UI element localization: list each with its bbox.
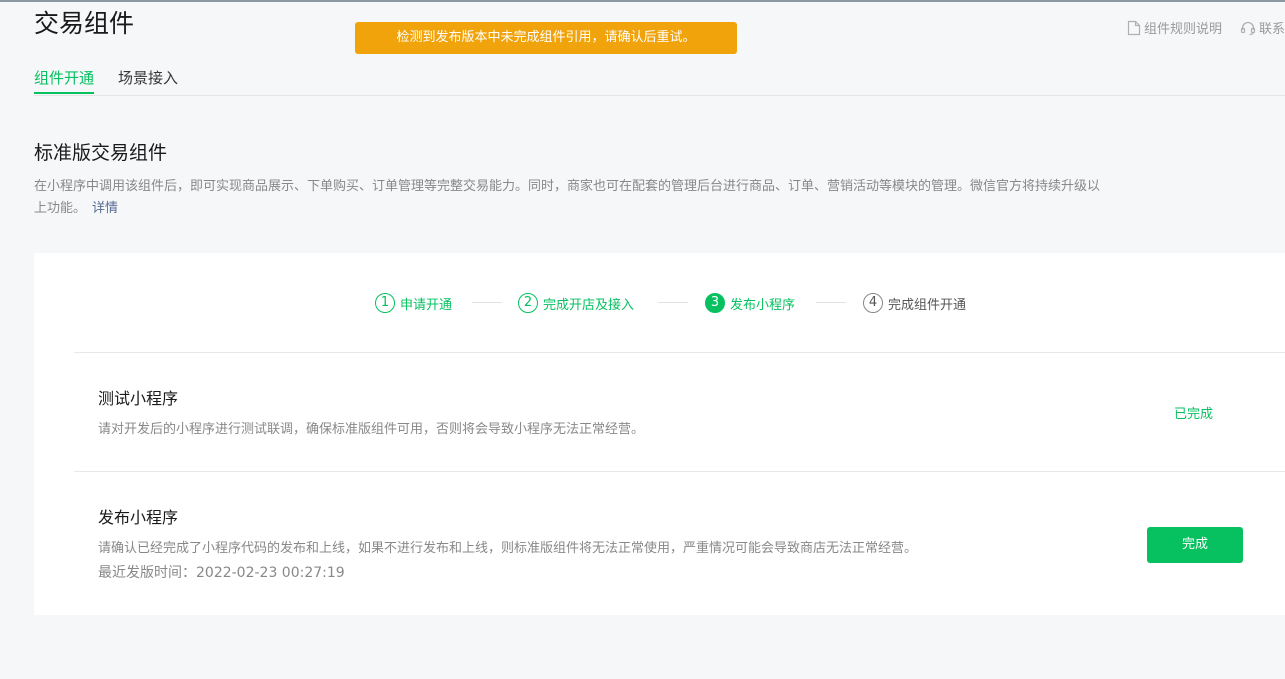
contact-label: 联系 [1258,22,1285,37]
top-border [0,0,1285,2]
header-links: 组件规则说明 联系 [1109,18,1285,37]
document-icon [1127,20,1141,35]
step-label: 完成组件开通 [888,297,967,313]
task-publish: 发布小程序 请确认已经完成了小程序代码的发布和上线，如果不进行发布和上线，则标准… [74,471,1285,616]
section-description: 在小程序中调用该组件后，即可实现商品展示、下单购买、订单管理等完整交易能力。同时… [34,176,1109,220]
task-description: 请对开发后的小程序进行测试联调，确保标准版组件可用，否则将会导致小程序无法正常经… [98,422,645,437]
task-test: 测试小程序 请对开发后的小程序进行测试联调，确保标准版组件可用，否则将会导致小程… [74,352,1285,471]
step-label: 完成开店及接入 [543,297,635,313]
step-connector [816,302,846,303]
step-connector [658,302,688,303]
complete-button[interactable]: 完成 [1147,527,1243,563]
step-store-setup: 2 完成开店及接入 [518,291,634,315]
step-connector [472,302,502,303]
section-title: 标准版交易组件 [34,142,168,164]
section-description-text: 在小程序中调用该组件后，即可实现商品展示、下单购买、订单管理等完整交易能力。同时… [34,179,1101,216]
step-apply: 1 申请开通 [375,291,452,315]
last-release-time: 最近发版时间：2022-02-23 00:27:19 [98,565,345,581]
warning-toast: 检测到发布版本中未完成组件引用，请确认后重试。 [355,22,737,54]
page-title: 交易组件 [34,9,135,38]
task-title: 发布小程序 [98,508,179,527]
step-number: 3 [705,293,725,313]
step-label: 发布小程序 [730,297,796,313]
activation-card: 1 申请开通 2 完成开店及接入 3 发布小程序 4 完成组件开通 测试小程序 … [34,253,1285,615]
headset-icon [1240,21,1256,35]
step-number: 2 [518,293,538,313]
step-complete: 4 完成组件开通 [863,291,966,315]
task-description: 请确认已经完成了小程序代码的发布和上线，如果不进行发布和上线，则标准版组件将无法… [98,541,918,556]
tab-component-activation[interactable]: 组件开通 [34,66,95,94]
completed-status: 已完成 [1174,407,1214,422]
component-rules-label: 组件规则说明 [1143,22,1222,37]
step-publish: 3 发布小程序 [705,291,795,315]
contact-link[interactable]: 联系 [1240,18,1285,37]
task-title: 测试小程序 [98,389,179,408]
details-link[interactable]: 详情 [92,201,118,216]
progress-steps: 1 申请开通 2 完成开店及接入 3 发布小程序 4 完成组件开通 [34,291,1285,315]
tab-bar: 组件开通 场景接入 [34,66,1285,96]
tab-scene-integration[interactable]: 场景接入 [118,66,178,94]
step-label: 申请开通 [400,297,453,313]
step-number: 4 [863,293,883,313]
step-number: 1 [375,293,395,313]
component-rules-link[interactable]: 组件规则说明 [1127,18,1222,37]
